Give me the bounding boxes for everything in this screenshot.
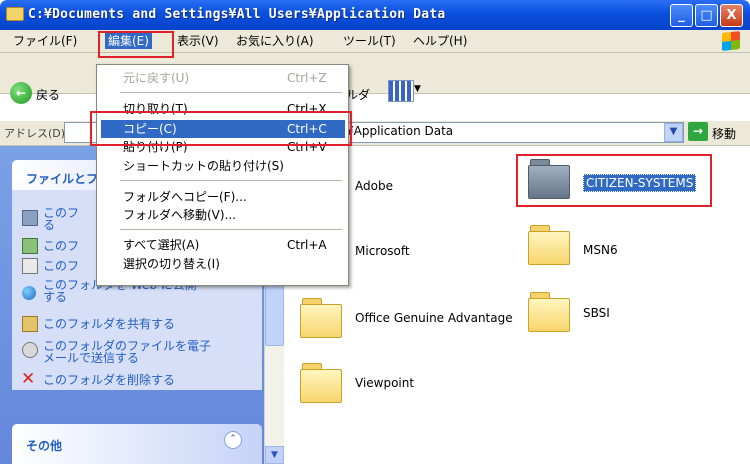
views-icon[interactable] (388, 80, 414, 102)
maximize-button[interactable]: □ (695, 4, 718, 27)
annotation-box-copy-item (90, 111, 352, 146)
other-places-title: その他 (26, 439, 63, 453)
annotation-box-selected-folder (516, 154, 712, 207)
folder-viewpoint-name[interactable]: Viewpoint (355, 376, 414, 390)
copy-icon (22, 258, 38, 274)
menu-help[interactable]: ヘルプ(H) (410, 33, 470, 49)
menu-separator (120, 92, 342, 93)
folder-sbsi-icon[interactable] (528, 292, 570, 332)
menu-item-select-all[interactable]: すべて選択(A) Ctrl+A (101, 236, 345, 254)
menu-item-invert-selection[interactable]: 選択の切り替え(I) (101, 255, 345, 273)
menu-item-move-to-folder[interactable]: フォルダへ移動(V)... (101, 206, 345, 224)
task-email-line2[interactable]: メールで送信する (43, 352, 139, 364)
folders-button-label[interactable]: ルダ (346, 86, 370, 103)
menu-tools[interactable]: ツール(T) (340, 33, 399, 49)
address-value[interactable]: ¥Application Data (346, 124, 453, 138)
menu-item-copy-to-folder[interactable]: フォルダへコピー(F)... (101, 188, 345, 206)
menu-view[interactable]: 表示(V) (174, 33, 222, 49)
close-button[interactable]: X (720, 4, 743, 27)
task-move[interactable]: このフ (43, 240, 79, 252)
address-dropdown-icon[interactable]: ▼ (664, 123, 683, 142)
folder-icon (6, 7, 24, 21)
folder-microsoft-name[interactable]: Microsoft (355, 244, 410, 258)
back-button-label[interactable]: 戻る (36, 86, 60, 103)
folder-sbsi-name[interactable]: SBSI (583, 306, 610, 320)
move-icon (22, 238, 38, 254)
web-publish-icon (22, 286, 36, 300)
menu-file[interactable]: ファイル(F) (10, 33, 80, 49)
menu-separator (120, 180, 342, 181)
go-arrow-icon[interactable]: → (688, 122, 708, 141)
file-tasks-title: ファイルとフ (26, 172, 99, 186)
collapse-chevron-icon[interactable]: ⌃ (224, 431, 242, 449)
folder-msn6-name[interactable]: MSN6 (583, 243, 618, 257)
annotation-box-edit-menu (98, 31, 174, 58)
folder-office-genuine-advantage-name[interactable]: Office Genuine Advantage (355, 311, 513, 325)
windows-logo-icon (722, 31, 740, 51)
delete-icon: ✕ (21, 369, 36, 389)
window-title: C:¥Documents and Settings¥All Users¥Appl… (28, 7, 446, 22)
share-icon (22, 316, 38, 332)
task-delete[interactable]: このフォルダを削除する (43, 374, 175, 386)
folder-office-genuine-advantage-icon[interactable] (300, 298, 342, 338)
menu-item-undo[interactable]: 元に戻す(U) Ctrl+Z (101, 69, 345, 87)
task-web-publish-line2[interactable]: する (43, 291, 67, 303)
folder-msn6-icon[interactable] (528, 225, 570, 265)
email-icon (22, 342, 38, 358)
chevron-down-icon[interactable]: ▼ (414, 84, 421, 94)
go-button-label[interactable]: 移動 (712, 125, 736, 142)
task-share[interactable]: このフォルダを共有する (43, 318, 175, 330)
back-arrow-icon[interactable]: ← (10, 82, 32, 104)
task-rename-line2[interactable]: る (43, 219, 55, 231)
address-label: アドレス(D) (4, 127, 66, 140)
minimize-button[interactable]: _ (670, 4, 693, 27)
menu-item-paste-shortcut[interactable]: ショートカットの貼り付け(S) (101, 157, 345, 175)
scroll-down-icon[interactable]: ▼ (265, 446, 284, 464)
folder-viewpoint-icon[interactable] (300, 363, 342, 403)
task-copy[interactable]: このフ (43, 260, 79, 272)
menu-separator (120, 229, 342, 230)
menu-favorites[interactable]: お気に入り(A) (233, 33, 317, 49)
rename-icon (22, 210, 38, 226)
folder-adobe-name[interactable]: Adobe (355, 179, 393, 193)
